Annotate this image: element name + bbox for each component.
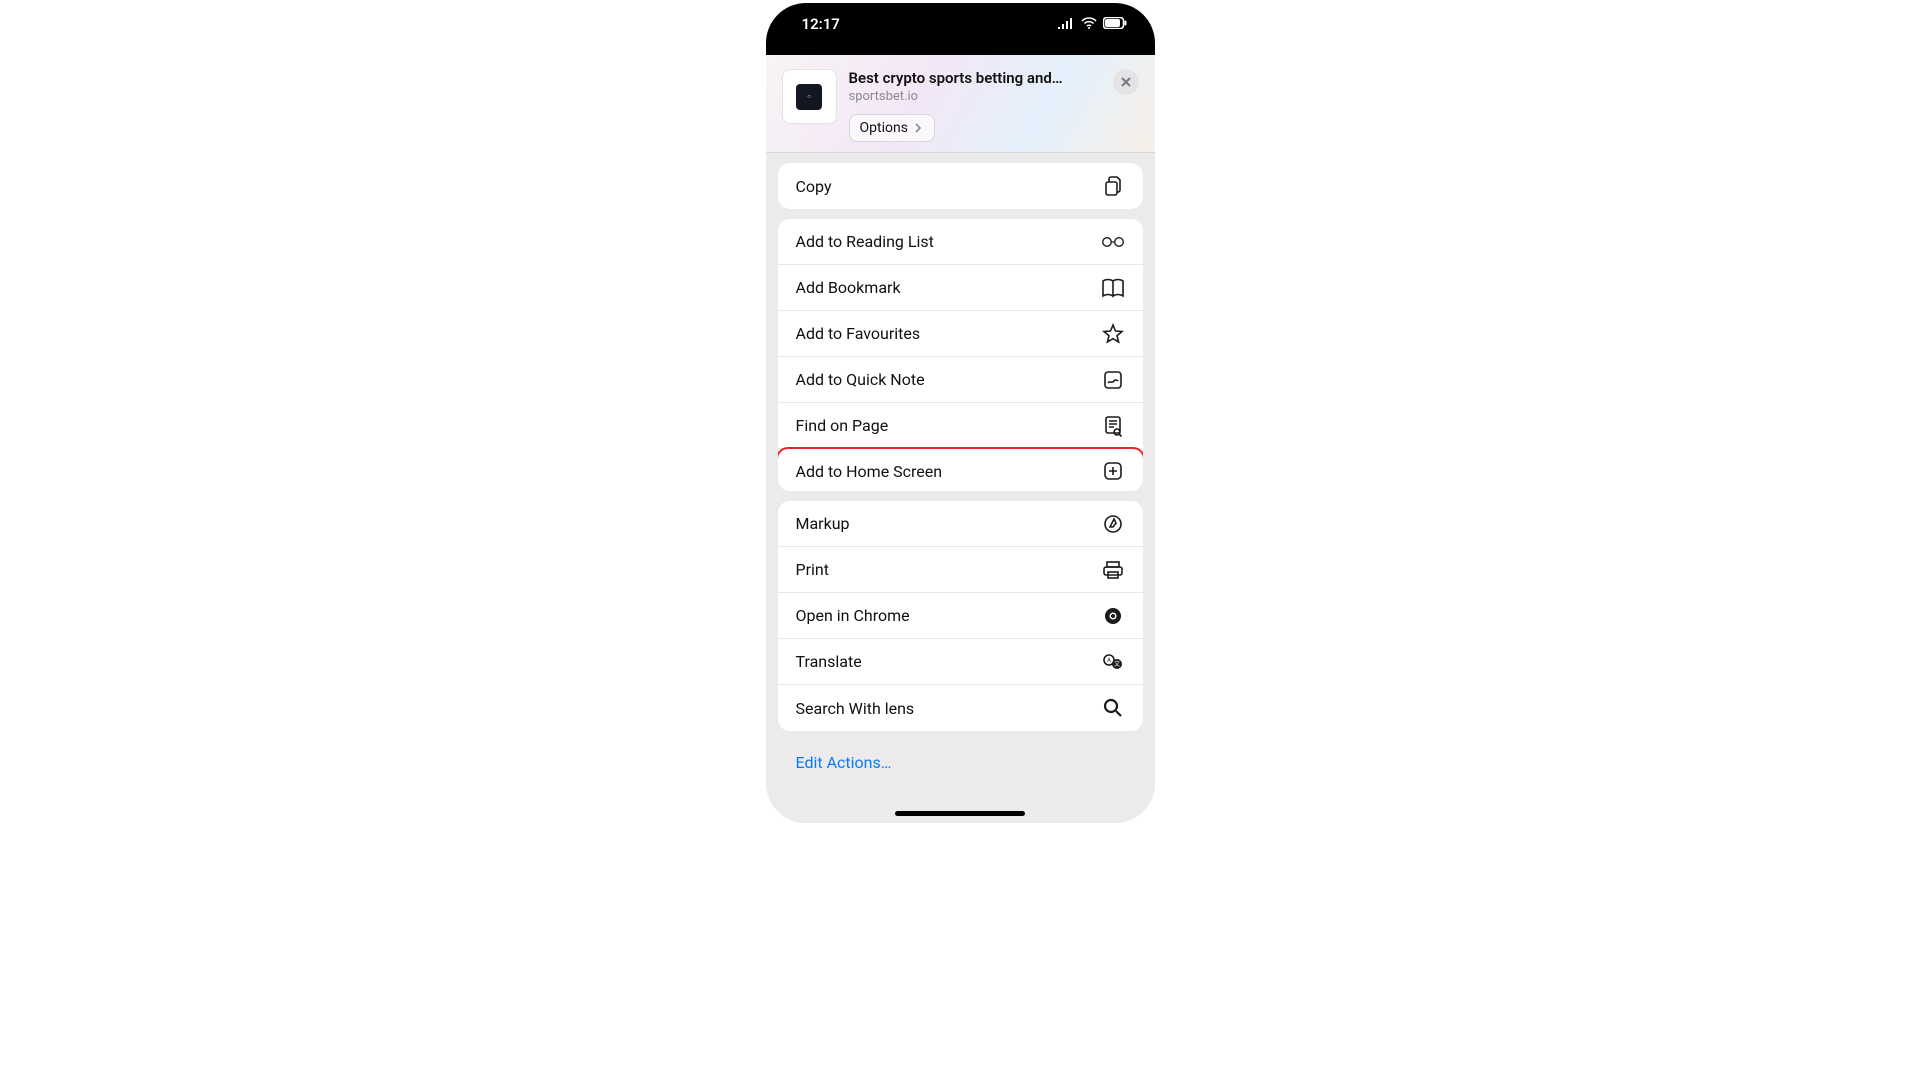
action-add-favourites[interactable]: Add to Favourites [778,311,1143,357]
action-label: Add to Home Screen [796,462,943,481]
copy-icon [1101,174,1125,198]
options-label: Options [860,120,908,136]
battery-icon [1103,15,1127,33]
close-icon [1120,76,1132,88]
action-print[interactable]: Print [778,547,1143,593]
home-indicator[interactable] [895,811,1025,816]
phone-frame: 12:17 ○ Best crypto sports betting and… … [766,3,1155,823]
wifi-icon [1081,15,1097,33]
action-label: Print [796,560,829,579]
star-icon [1101,322,1125,346]
markup-icon [1101,512,1125,536]
plus-square-icon [1101,459,1125,483]
action-label: Open in Chrome [796,606,910,625]
action-label: Find on Page [796,416,889,435]
svg-text:A: A [1107,657,1111,664]
action-markup[interactable]: Markup [778,501,1143,547]
site-icon-inner: ○ [796,84,822,110]
close-button[interactable] [1113,69,1139,95]
action-label: Copy [796,177,832,196]
action-add-bookmark[interactable]: Add Bookmark [778,265,1143,311]
edit-actions-label: Edit Actions… [796,753,892,772]
glasses-icon [1101,230,1125,254]
action-label: Add to Quick Note [796,370,925,389]
page-title: Best crypto sports betting and… [849,69,1101,87]
action-reading-list[interactable]: Add to Reading List [778,219,1143,265]
action-label: Add Bookmark [796,278,901,297]
action-search-lens[interactable]: Search With lens [778,685,1143,731]
action-copy[interactable]: Copy [778,163,1143,209]
action-label: Add to Favourites [796,324,921,343]
cellular-icon [1058,15,1075,33]
doc-search-icon [1101,414,1125,438]
action-label: Translate [796,652,862,671]
action-find-on-page[interactable]: Find on Page [778,403,1143,449]
action-add-home-screen[interactable]: Add to Home Screen [778,447,1143,491]
translate-icon: A文 [1101,650,1125,674]
action-open-chrome[interactable]: Open in Chrome [778,593,1143,639]
status-bar: 12:17 [766,3,1155,55]
edit-actions-link[interactable]: Edit Actions… [778,741,1143,772]
status-time: 12:17 [802,15,840,33]
print-icon [1101,558,1125,582]
action-quick-note[interactable]: Add to Quick Note [778,357,1143,403]
share-sheet-header: ○ Best crypto sports betting and… sports… [766,55,1155,153]
action-group: Add to Reading List Add Bookmark Add to … [778,219,1143,491]
action-translate[interactable]: Translate A文 [778,639,1143,685]
header-text: Best crypto sports betting and… sportsbe… [849,69,1101,142]
action-group: Markup Print Open in Chrome Translate [778,501,1143,731]
action-label: Add to Reading List [796,232,934,251]
action-group: Copy [778,163,1143,209]
share-sheet-body: Copy Add to Reading List Add Bookmark [766,153,1155,823]
site-icon: ○ [782,69,837,124]
chrome-icon [1101,604,1125,628]
svg-text:文: 文 [1113,660,1119,668]
action-label: Search With lens [796,699,915,718]
options-button[interactable]: Options [849,114,935,142]
action-label: Markup [796,514,850,533]
page-subtitle: sportsbet.io [849,89,1101,104]
status-icons [1058,15,1127,33]
search-icon [1101,696,1125,720]
book-icon [1101,276,1125,300]
note-icon [1101,368,1125,392]
